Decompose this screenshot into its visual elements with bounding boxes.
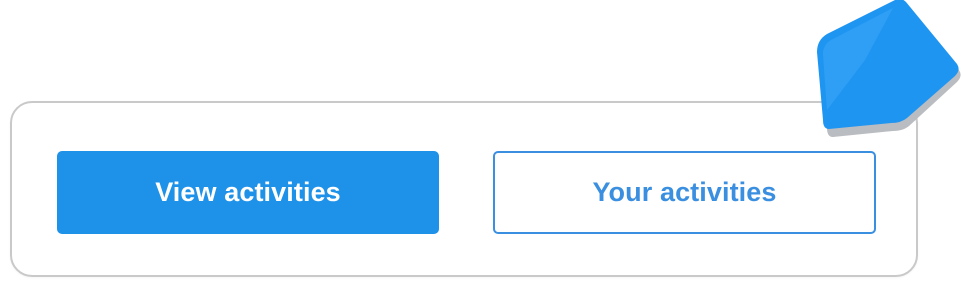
view-activities-button[interactable]: View activities: [57, 151, 439, 234]
your-activities-button[interactable]: Your activities: [493, 151, 876, 234]
activity-actions-card: View activities Your activities: [10, 101, 918, 277]
